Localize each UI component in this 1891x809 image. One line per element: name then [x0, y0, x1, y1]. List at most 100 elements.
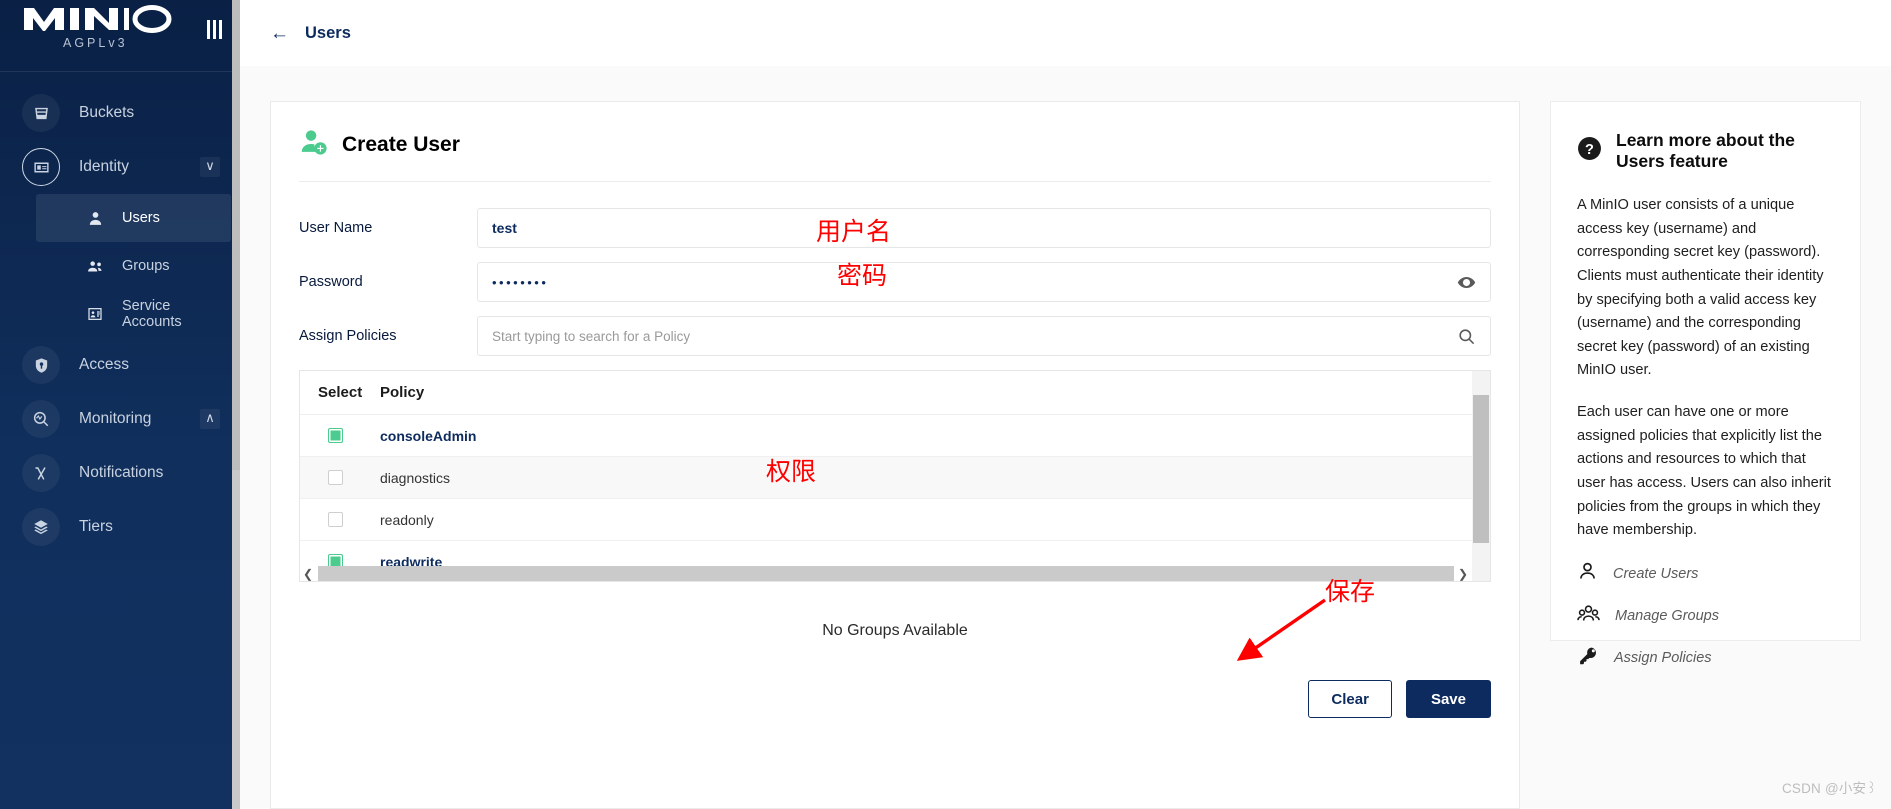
help-header: ? Learn more about the Users feature	[1577, 130, 1834, 172]
policy-table: Select Policy consoleAdmin diagnostics r…	[299, 370, 1491, 582]
sidebar-menu: Buckets Identity ∨ Users Groups Service …	[0, 72, 240, 554]
sidebar-item-label: Groups	[122, 258, 170, 274]
back-arrow-icon[interactable]: ←	[270, 24, 289, 43]
sidebar-item-notifications[interactable]: Notifications	[0, 446, 240, 500]
content-row: Create User User Name test Password ••••…	[240, 66, 1891, 809]
sidebar-item-tiers[interactable]: Tiers	[0, 500, 240, 554]
chevron-up-icon[interactable]: ∧	[200, 409, 220, 429]
multi-user-icon	[1577, 603, 1600, 629]
sidebar-item-identity[interactable]: Identity ∨	[0, 140, 240, 194]
chevron-left-icon[interactable]: ❮	[303, 567, 313, 581]
lock-shield-icon	[22, 346, 60, 384]
sidebar-item-label: Service Accounts	[122, 298, 182, 330]
help-link-create-users[interactable]: Create Users	[1577, 561, 1834, 587]
field-row-password: Password ••••••••	[299, 262, 1491, 302]
app-root: AGPLv3 Buckets Identity ∨ Users Groups S…	[0, 0, 1891, 809]
policy-table-hscrollbar-thumb[interactable]	[318, 566, 1454, 581]
sidebar-item-label: Identity	[79, 158, 129, 175]
chevron-right-icon[interactable]: ❯	[1458, 567, 1468, 581]
column-header-policy: Policy	[380, 384, 425, 401]
breadcrumb[interactable]: Users	[305, 24, 351, 43]
password-value: ••••••••	[492, 274, 549, 290]
policy-panel-scrollbar-thumb[interactable]	[1473, 395, 1489, 543]
table-row[interactable]: diagnostics	[300, 457, 1490, 499]
checkbox-unchecked-icon[interactable]	[328, 470, 343, 485]
column-header-select: Select	[318, 384, 363, 401]
svg-text:?: ?	[1585, 142, 1594, 158]
help-paragraph-2: Each user can have one or more assigned …	[1577, 404, 1831, 539]
eye-icon[interactable]	[1457, 273, 1476, 292]
top-bar: ← Users	[240, 0, 1891, 66]
single-user-icon	[1577, 561, 1598, 587]
sidebar-item-label: Buckets	[79, 104, 135, 121]
sidebar-item-service-accounts[interactable]: Service Accounts	[36, 290, 231, 338]
help-link-label: Assign Policies	[1614, 649, 1712, 666]
license-label: AGPLv3	[63, 36, 128, 50]
sidebar-item-users[interactable]: Users	[36, 194, 231, 242]
assign-policies-label: Assign Policies	[299, 328, 397, 344]
help-link-assign-policies[interactable]: Assign Policies	[1577, 645, 1834, 671]
page-scrollbar-track[interactable]	[232, 0, 240, 809]
card-header: Create User	[299, 128, 1491, 181]
minio-logo-mark	[24, 5, 172, 33]
policy-checkbox-cell[interactable]	[318, 512, 380, 527]
username-label: User Name	[299, 220, 373, 236]
help-link-label: Create Users	[1613, 565, 1699, 582]
sidebar-item-monitoring[interactable]: Monitoring ∧	[0, 392, 240, 446]
sidebar: AGPLv3 Buckets Identity ∨ Users Groups S…	[0, 0, 240, 809]
policy-table-header: Select Policy	[300, 371, 1490, 415]
no-groups-message: No Groups Available	[822, 622, 968, 639]
field-row-username: User Name test	[299, 208, 1491, 248]
bucket-icon	[22, 94, 60, 132]
sidebar-header: AGPLv3	[0, 0, 240, 72]
policy-panel-scrollbar-track[interactable]	[1472, 371, 1490, 581]
page-title: Create User	[342, 132, 460, 156]
divider	[299, 181, 1491, 182]
layers-icon	[22, 508, 60, 546]
lambda-icon	[22, 454, 60, 492]
username-input[interactable]: test	[477, 208, 1491, 248]
sidebar-item-label: Tiers	[79, 518, 113, 535]
save-button[interactable]: Save	[1405, 680, 1491, 718]
username-value: test	[492, 220, 517, 236]
create-user-card: Create User User Name test Password ••••…	[270, 101, 1520, 809]
search-icon[interactable]	[1457, 327, 1476, 346]
help-title: Learn more about the Users feature	[1616, 130, 1795, 171]
field-row-assign-policies: Assign Policies Start typing to search f…	[299, 316, 1491, 356]
minio-logo	[24, 4, 176, 39]
monitoring-magnifier-icon	[22, 400, 60, 438]
form-actions: Clear Save	[299, 670, 1491, 718]
sidebar-item-groups[interactable]: Groups	[36, 242, 231, 290]
sidebar-item-label: Monitoring	[79, 410, 152, 427]
clear-button[interactable]: Clear	[1308, 680, 1392, 718]
policy-name: diagnostics	[380, 469, 451, 486]
help-paragraph-1: A MinIO user consists of a unique access…	[1577, 197, 1824, 379]
policy-search-input[interactable]: Start typing to search for a Policy	[477, 316, 1491, 356]
sidebar-item-buckets[interactable]: Buckets	[0, 86, 240, 140]
main-area: ← Users Create User User Name test Passw…	[240, 0, 1891, 809]
sidebar-item-label: Notifications	[79, 464, 164, 481]
sidebar-item-access[interactable]: Access	[0, 338, 240, 392]
page-scrollbar-thumb[interactable]	[232, 0, 240, 470]
service-account-icon	[82, 306, 108, 322]
table-row[interactable]: readonly	[300, 499, 1490, 541]
hamburger-icon[interactable]	[207, 20, 222, 39]
sidebar-item-label: Users	[122, 210, 160, 226]
help-link-manage-groups[interactable]: Manage Groups	[1577, 603, 1834, 629]
question-mark-icon: ?	[1577, 136, 1602, 166]
policy-checkbox-cell[interactable]	[318, 470, 380, 485]
password-input[interactable]: ••••••••	[477, 262, 1491, 302]
policy-checkbox-cell[interactable]	[318, 428, 380, 443]
table-row[interactable]: consoleAdmin	[300, 415, 1490, 457]
help-link-label: Manage Groups	[1615, 607, 1719, 624]
chevron-down-icon[interactable]: ∨	[200, 157, 220, 177]
user-icon	[82, 210, 108, 227]
help-panel: ? Learn more about the Users feature A M…	[1550, 101, 1861, 666]
password-label: Password	[299, 274, 363, 290]
policy-name: consoleAdmin	[380, 427, 477, 444]
checkbox-checked-icon[interactable]	[328, 428, 343, 443]
checkbox-unchecked-icon[interactable]	[328, 512, 343, 527]
add-user-icon	[299, 128, 329, 161]
group-icon	[82, 258, 108, 275]
policy-search-placeholder: Start typing to search for a Policy	[492, 328, 691, 344]
